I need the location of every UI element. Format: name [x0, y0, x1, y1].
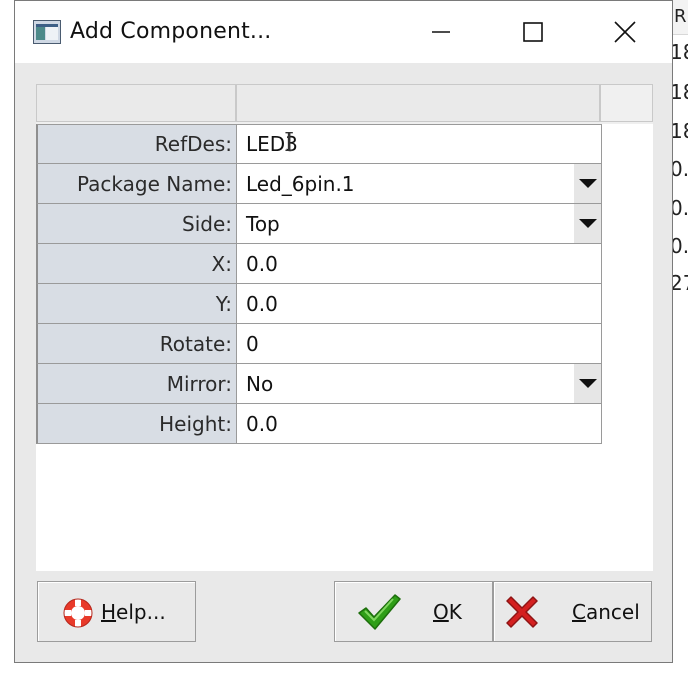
help-button[interactable]: Help...: [37, 581, 196, 642]
x-label: X:: [36, 244, 237, 284]
checkmark-icon: [358, 594, 401, 630]
form-row-y: Y: 0.0: [36, 284, 602, 324]
background-header-text: R: [674, 6, 687, 27]
x-field[interactable]: 0.0: [237, 244, 602, 284]
cancel-button[interactable]: Cancel: [493, 581, 652, 642]
y-label: Y:: [36, 284, 237, 324]
side-label: Side:: [36, 204, 237, 244]
minimize-icon: [432, 31, 450, 33]
refdes-field[interactable]: LED3 I: [237, 124, 602, 164]
rotate-value: 0: [246, 331, 259, 356]
grid-header-label-column[interactable]: [36, 84, 236, 122]
close-button[interactable]: [579, 1, 671, 63]
package-name-select[interactable]: Led_6pin.1: [237, 164, 602, 204]
x-value: 0.0: [246, 251, 278, 276]
maximize-button[interactable]: [487, 1, 579, 63]
rotate-label: Rotate:: [36, 324, 237, 364]
dialog-title: Add Component...: [70, 19, 272, 44]
form-row-refdes: RefDes: LED3 I: [36, 124, 602, 164]
red-x-icon: [506, 596, 538, 628]
close-icon: [614, 21, 636, 43]
form-row-height: Height: 0.0: [36, 404, 602, 444]
side-value: Top: [246, 211, 280, 236]
y-value: 0.0: [246, 291, 278, 316]
ok-button-label: OK: [433, 599, 462, 624]
rotate-field[interactable]: 0: [237, 324, 602, 364]
form-row-rotate: Rotate: 0: [36, 324, 602, 364]
refdes-label: RefDes:: [36, 124, 237, 164]
form-row-x: X: 0.0: [36, 244, 602, 284]
side-select[interactable]: Top: [237, 204, 602, 244]
y-field[interactable]: 0.0: [237, 284, 602, 324]
package-name-label: Package Name:: [36, 164, 237, 204]
mirror-value: No: [246, 371, 274, 396]
mirror-select[interactable]: No: [237, 364, 602, 404]
title-bar[interactable]: Add Component...: [15, 1, 672, 63]
grid-header-value-column[interactable]: [236, 84, 600, 122]
add-component-dialog: Add Component... RefDes: LED3 I Package Nam…: [14, 0, 673, 663]
ok-button[interactable]: OK: [334, 581, 493, 642]
form-row-mirror: Mirror: No: [36, 364, 602, 404]
properties-panel: RefDes: LED3 I Package Name: Led_6pin.1 Side:…: [36, 84, 653, 571]
height-value: 0.0: [246, 411, 278, 436]
grid-header-filler: [600, 84, 653, 122]
chevron-down-icon[interactable]: [574, 204, 601, 243]
package-name-value: Led_6pin.1: [246, 171, 355, 196]
minimize-button[interactable]: [395, 1, 487, 63]
text-cursor-icon: I: [284, 128, 295, 158]
height-label: Height:: [36, 404, 237, 444]
lifebuoy-icon: [63, 598, 93, 628]
cancel-button-label: Cancel: [572, 599, 640, 624]
property-grid: RefDes: LED3 I Package Name: Led_6pin.1 Side:…: [36, 124, 602, 444]
maximize-icon: [523, 22, 543, 42]
mirror-label: Mirror:: [36, 364, 237, 404]
help-button-label: Help...: [101, 599, 166, 624]
form-row-side: Side: Top: [36, 204, 602, 244]
chevron-down-icon[interactable]: [574, 164, 601, 203]
form-row-package-name: Package Name: Led_6pin.1: [36, 164, 602, 204]
app-window-icon: [33, 20, 61, 44]
chevron-down-icon[interactable]: [574, 364, 601, 403]
grid-header: [36, 84, 653, 124]
height-field[interactable]: 0.0: [237, 404, 602, 444]
